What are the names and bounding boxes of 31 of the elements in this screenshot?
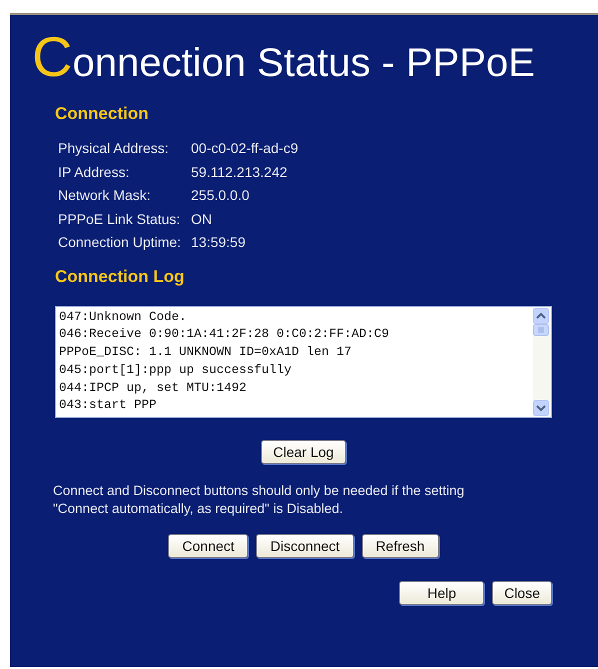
log-line: 044:IPCP up, set MTU:1492 — [59, 380, 248, 397]
field-value: 00-c0-02-ff-ad-c9 — [191, 139, 300, 158]
log-line: 047:Unknown Code. — [59, 308, 188, 326]
action-button[interactable]: Disconnect — [256, 534, 354, 558]
log-line: PPPoE_DISC: 1.1 UNKNOWN ID=0xA1D len 17 — [59, 344, 353, 362]
field-value: 13:59:59 — [191, 233, 246, 252]
field-label: Physical Address: — [58, 139, 170, 158]
page-title: Connection Status - PPPoE — [32, 29, 536, 90]
log-line: 046:Receive 0:90:1A:41:2F:28 0:C0:2:FF:AD:C9 — [59, 326, 390, 344]
section-heading: Connection — [55, 103, 150, 125]
log-line: 045:port[1]:ppp up successfully — [59, 362, 293, 379]
log-line: 043:start PPP — [59, 397, 158, 414]
field-label: PPPoE Link Status: — [58, 210, 182, 228]
field-value: 59.112.213.242 — [191, 162, 288, 181]
clear-log-button[interactable]: Clear Log — [261, 440, 346, 464]
footer-button[interactable]: Help — [399, 580, 484, 604]
field-label: IP Address: — [58, 162, 130, 181]
field-label: Connection Uptime: — [58, 233, 182, 252]
field-value: ON — [191, 210, 213, 228]
scroll-down-icon[interactable] — [533, 400, 549, 416]
footer-button[interactable]: Close — [492, 580, 552, 604]
field-label: Network Mask: — [58, 186, 152, 204]
field-value: 255.0.0.0 — [191, 186, 250, 204]
section-heading: Connection Log — [55, 266, 186, 288]
scroll-up-icon[interactable] — [533, 308, 549, 324]
scroll-thumb[interactable] — [533, 324, 549, 336]
scrollbar[interactable] — [533, 306, 551, 416]
log-textarea[interactable]: 047:Unknown Code. 046:Receive 0:90:1A:41:2F:28 0:C0:2:FF:AD:C9 PPPoE_DISC: 1.1 UNKNOWN ID=0xA1D len 17 045:port[1]:ppp up successfully 044:IPCP up, set MTU:1492 043:start PPP — [55, 306, 552, 418]
action-button[interactable]: Refresh — [362, 534, 439, 558]
action-button[interactable]: Connect — [168, 534, 248, 558]
help-note: Connect and Disconnect buttons should only be needed if the setting "Connect automatically, as required" is Disabled. — [53, 482, 466, 518]
